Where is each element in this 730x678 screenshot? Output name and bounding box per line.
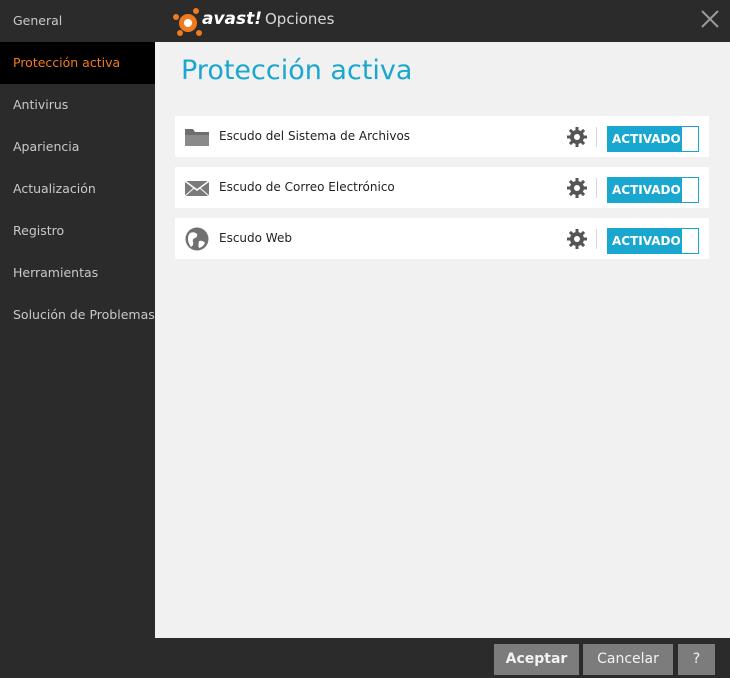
shield-label: Escudo del Sistema de Archivos [219,129,411,143]
cancel-button[interactable]: Cancelar [583,644,673,675]
sidebar-item-registro[interactable]: Registro [0,210,155,252]
divider [596,178,597,198]
sidebar-item-solucion-problemas[interactable]: Solución de Problemas [0,294,155,336]
sidebar-item-general[interactable]: General [0,0,155,42]
gear-icon[interactable] [567,229,587,249]
sidebar-item-herramientas[interactable]: Herramientas [0,252,155,294]
sidebar: General Protección activa Antivirus Apar… [0,0,155,678]
shield-toggle[interactable]: ACTIVADO [607,126,699,152]
mail-icon [184,175,210,201]
shield-row-mail: Escudo de Correo Electrónico ACTIVADO [175,167,709,208]
divider [596,127,597,147]
sidebar-item-apariencia[interactable]: Apariencia [0,126,155,168]
page-title: Protección activa [181,55,413,86]
toggle-status: ACTIVADO [612,132,681,146]
avast-logo-icon [173,8,202,36]
shield-label: Escudo de Correo Electrónico [219,180,395,194]
help-button[interactable]: ? [678,644,715,675]
sidebar-item-actualizacion[interactable]: Actualización [0,168,155,210]
avast-logo: avast! [172,7,262,37]
globe-icon [184,226,210,252]
sidebar-item-antivirus[interactable]: Antivirus [0,84,155,126]
sidebar-item-proteccion-activa[interactable]: Protección activa [0,42,155,84]
gear-icon[interactable] [567,127,587,147]
close-icon[interactable] [700,9,720,29]
accept-button[interactable]: Aceptar [494,644,579,675]
toggle-knob [682,229,698,253]
shield-row-file-system: Escudo del Sistema de Archivos ACTIVADO [175,116,709,157]
main-panel: Protección activa Escudo del Sistema de … [155,42,730,638]
shield-row-web: Escudo Web ACTIVADO [175,218,709,259]
shield-toggle[interactable]: ACTIVADO [607,177,699,203]
title-bar: avast! Opciones [155,0,730,42]
divider [596,229,597,249]
brand-name: avast! [202,9,263,29]
toggle-status: ACTIVADO [612,234,681,248]
toggle-knob [682,127,698,151]
gear-icon[interactable] [567,178,587,198]
footer: Aceptar Cancelar ? [155,638,730,678]
shield-label: Escudo Web [219,231,292,245]
window-title: Opciones [265,10,335,28]
shield-toggle[interactable]: ACTIVADO [607,228,699,254]
toggle-status: ACTIVADO [612,183,681,197]
toggle-knob [682,178,698,202]
folder-icon [184,124,210,150]
